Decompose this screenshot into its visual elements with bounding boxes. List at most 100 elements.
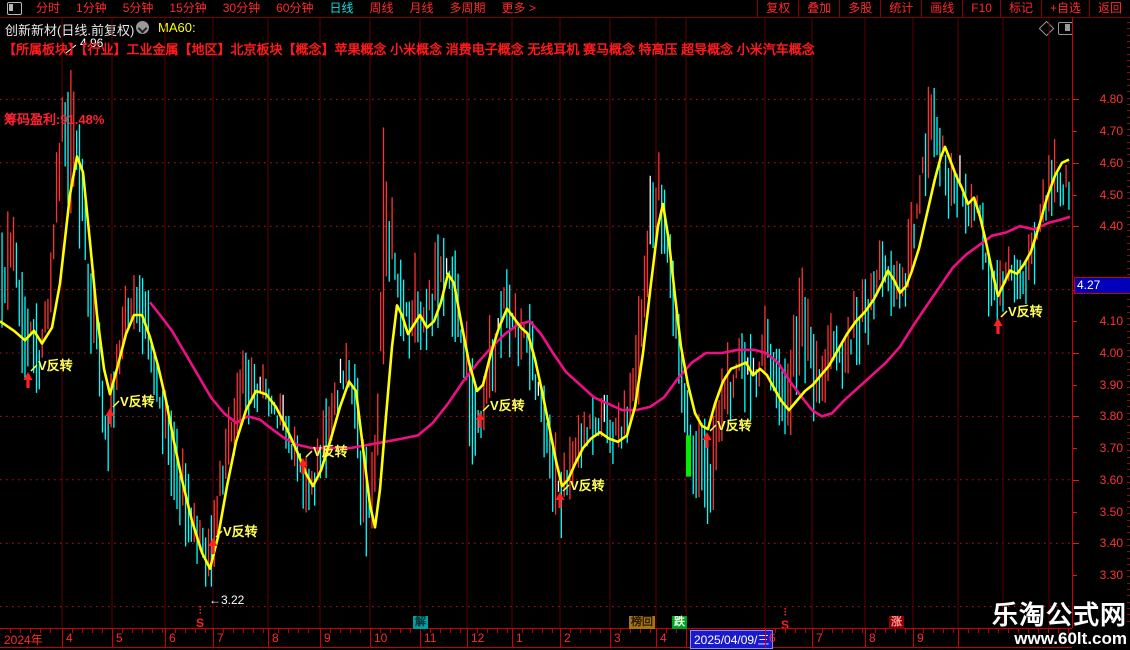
v-reversal-label: V反转 (38, 358, 73, 373)
price-axis-tick (1073, 511, 1077, 513)
v-reversal-marker: V反转 (105, 394, 155, 424)
date-axis-separator (512, 629, 513, 647)
date-axis-tick (288, 629, 289, 633)
low-price-annotation: ←3.22 (209, 593, 245, 607)
date-axis-separator (320, 629, 321, 647)
event-badge: 榜回 (629, 616, 655, 629)
date-axis-tick (223, 629, 224, 633)
date-axis-tick (102, 629, 103, 633)
date-axis-tick (72, 629, 73, 633)
date-axis-tick (895, 629, 896, 633)
price-axis-tick (1073, 448, 1077, 450)
date-axis-label: 2 (564, 631, 571, 645)
event-badge: 涨 (889, 616, 904, 629)
date-axis-label: 3 (614, 631, 621, 645)
date-axis-tick (350, 629, 351, 633)
date-axis-tick (205, 629, 206, 633)
date-axis-tick (507, 629, 508, 633)
date-axis-separator (812, 629, 813, 647)
date-axis-separator (560, 629, 561, 647)
date-axis-tick (542, 629, 543, 633)
date-axis-tick (330, 629, 331, 633)
date-axis-label: 6 (169, 631, 176, 645)
price-axis-tick (1073, 162, 1079, 164)
date-axis-tick (400, 629, 401, 633)
date-axis-tick (570, 629, 571, 633)
price-axis-tick (1073, 416, 1079, 418)
price-axis-label: 4.40 (1099, 219, 1123, 234)
candlestick-chart[interactable]: V反转V反转V反转V反转V反转V反转V反转V反转4.96←3.22S S (0, 0, 1072, 650)
sector-concept-line: 【所属板块】【行业】工业金属【地区】北京板块【概念】苹果概念 小米概念 消费电子… (3, 42, 815, 57)
date-axis-tick (775, 629, 776, 633)
date-axis-tick (785, 629, 786, 633)
price-axis-label: 3.90 (1099, 377, 1123, 392)
crosshair-date-box: 2025/04/09/三 (690, 630, 774, 649)
price-axis-tick (1073, 543, 1079, 545)
date-axis-tick (532, 629, 533, 633)
date-axis-tick (822, 629, 823, 633)
date-axis-tick (905, 629, 906, 633)
date-axis-tick (620, 629, 621, 633)
date-axis-tick (487, 629, 488, 633)
date-axis-separator (865, 629, 866, 647)
date-axis-label: 8 (272, 631, 279, 645)
price-axis-tick (1073, 384, 1077, 386)
date-axis-tick (460, 629, 461, 633)
current-price-tag: 4.27 (1074, 277, 1130, 295)
date-axis-tick (360, 629, 361, 633)
price-axis-tick (1073, 353, 1079, 354)
date-axis-label: 9 (324, 631, 331, 645)
menu-item-返回[interactable]: 返回 (1088, 0, 1130, 17)
price-axis-label: 4.00 (1099, 346, 1123, 360)
date-axis-tick (522, 629, 523, 633)
date-axis-tick (380, 629, 381, 633)
date-axis-tick (30, 629, 31, 633)
sell-signal-mark: S (196, 606, 204, 630)
price-axis-tick (1073, 321, 1077, 323)
date-axis-tick (298, 629, 299, 633)
v-reversal-label: V反转 (313, 444, 348, 459)
v-reversal-marker: V反转 (23, 358, 73, 388)
date-axis-separator (420, 629, 421, 647)
date-axis-separator (686, 629, 687, 647)
price-axis-label: 3.40 (1099, 536, 1123, 551)
price-axis-tick (1073, 574, 1077, 576)
date-axis-tick (152, 629, 153, 633)
date-axis-label: 8 (869, 631, 876, 645)
date-axis-separator (467, 629, 468, 647)
date-axis-separator (268, 629, 269, 647)
date-axis-separator (765, 629, 766, 647)
date-axis-label: 7 (816, 631, 823, 645)
price-axis: 4.804.704.604.504.404.204.104.003.903.80… (1072, 18, 1130, 628)
date-axis-tick (263, 629, 264, 633)
watermark-url: www.60lt.com (1014, 629, 1127, 648)
watermark-site-name: 乐淘公式网 (991, 600, 1127, 630)
date-axis-tick (308, 629, 309, 633)
v-reversal-marker: V反转 (475, 398, 525, 428)
date-axis-tick (50, 629, 51, 633)
date-axis-label: 6 (769, 631, 776, 645)
date-axis-tick (580, 629, 581, 633)
date-axis-tick (953, 629, 954, 633)
date-axis-separator (913, 629, 914, 647)
date-axis-tick (885, 629, 886, 633)
date-axis-tick (988, 629, 989, 633)
date-axis-tick (640, 629, 641, 633)
date-axis-tick (590, 629, 591, 633)
price-axis-tick (1073, 194, 1077, 196)
price-axis-label: 4.50 (1099, 187, 1123, 202)
date-axis-tick (852, 629, 853, 633)
price-axis-label: 4.60 (1099, 155, 1123, 170)
date-axis-label: 1 (516, 631, 523, 645)
date-axis-tick (943, 629, 944, 633)
date-axis-tick (933, 629, 934, 633)
date-axis-tick (233, 629, 234, 633)
price-axis-tick (1073, 226, 1079, 228)
v-reversal-marker: V反转 (993, 304, 1043, 334)
date-axis-tick (185, 629, 186, 633)
date-axis-tick (600, 629, 601, 633)
date-axis-tick (10, 629, 11, 633)
price-axis-label: 4.10 (1099, 314, 1123, 329)
event-badge: 解 (413, 616, 428, 629)
date-axis-tick (842, 629, 843, 633)
